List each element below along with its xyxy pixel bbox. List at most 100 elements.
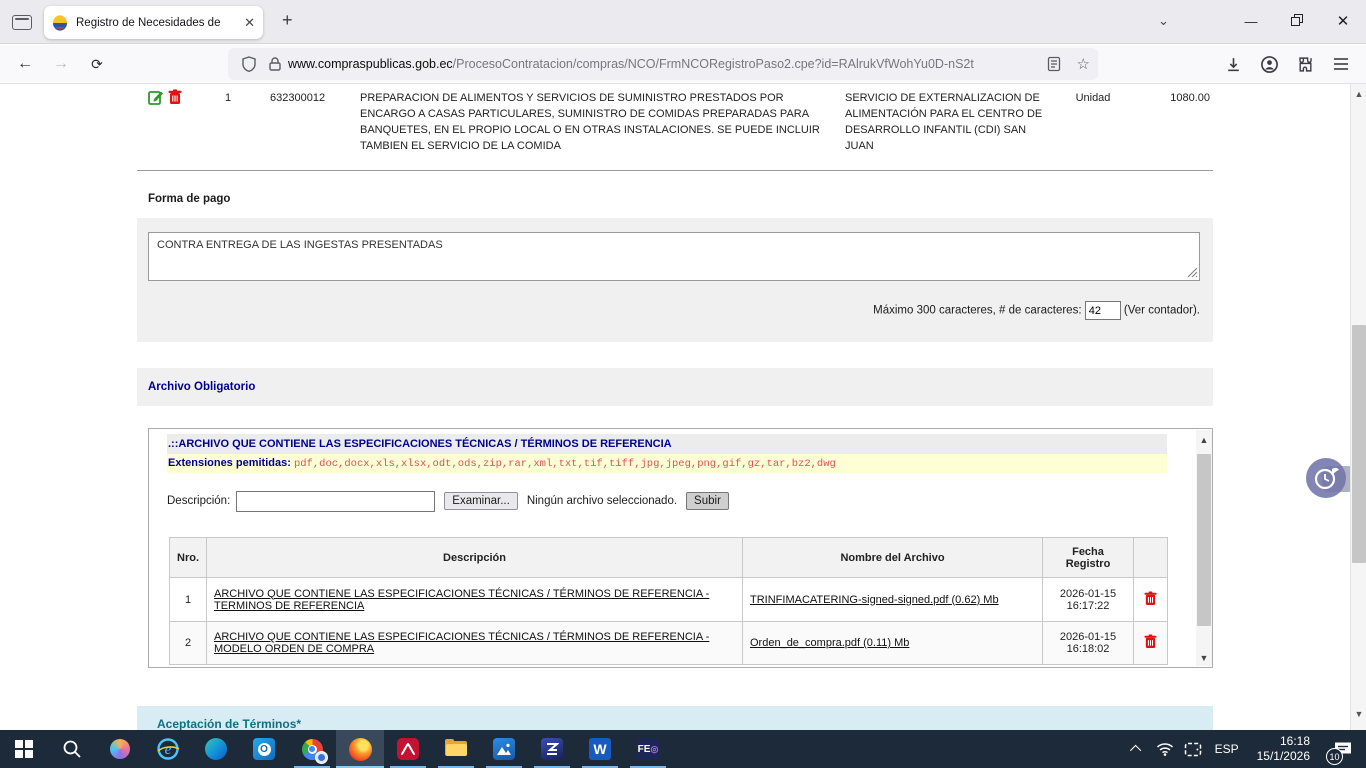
reload-button[interactable]: ⟳ — [80, 45, 114, 83]
windows-taskbar: e O — [0, 730, 1366, 768]
extensions-puzzle-icon[interactable] — [1288, 45, 1322, 83]
tray-clock[interactable]: 16:18 15/1/2026 — [1247, 734, 1320, 764]
notification-count-badge: 10 — [1326, 748, 1343, 765]
taskbar-photos-button[interactable] — [480, 730, 528, 768]
item-quantity: 1080.00 — [1140, 90, 1210, 106]
table-divider — [137, 170, 1213, 171]
terms-section-title: Aceptación de Términos* — [157, 717, 301, 731]
taskbar-firmaec-button[interactable]: FE◎ — [624, 730, 672, 768]
scroll-down-icon[interactable]: ▼ — [1351, 706, 1366, 722]
tray-date: 15/1/2026 — [1257, 749, 1310, 764]
outlook-icon: O — [252, 737, 276, 761]
edit-item-icon[interactable] — [148, 89, 164, 105]
file-section-band: Archivo Obligatorio — [137, 368, 1213, 406]
taskbar-ie-button[interactable]: e — [144, 730, 192, 768]
item-code: 632300012 — [270, 90, 325, 106]
tab-close-icon[interactable]: ✕ — [244, 16, 255, 29]
taskbar-explorer-button[interactable] — [432, 730, 480, 768]
allowed-extensions-row: Extensiones pemitidas: pdf,doc,docx,xls,… — [167, 454, 1167, 473]
url-fade — [998, 50, 1038, 78]
file-row-date: 2026-01-15 16:18:02 — [1043, 622, 1134, 665]
item-number: 1 — [218, 90, 238, 106]
new-tab-button[interactable]: + — [282, 10, 293, 31]
tablet-mode-icon[interactable] — [1179, 730, 1207, 768]
taskbar-scanner-button[interactable] — [528, 730, 576, 768]
file-row-nro: 1 — [170, 578, 207, 622]
window-minimize-button[interactable]: — — [1228, 0, 1274, 42]
upload-row: Descripción: Examinar... Ningún archivo … — [167, 489, 729, 513]
taskbar-outlook-button[interactable]: O — [240, 730, 288, 768]
account-icon[interactable] — [1252, 45, 1286, 83]
search-icon — [62, 739, 82, 759]
char-counter-suffix: (Ver contador). — [1124, 305, 1200, 317]
char-counter-input[interactable] — [1085, 301, 1121, 320]
file-description-input[interactable] — [236, 491, 435, 512]
payment-textarea[interactable]: CONTRA ENTREGA DE LAS INGESTAS PRESENTAD… — [148, 232, 1200, 281]
window-restore-button[interactable] — [1274, 0, 1320, 42]
scroll-up-icon[interactable]: ▲ — [1196, 432, 1212, 448]
no-file-selected-text: Ningún archivo seleccionado. — [527, 495, 677, 507]
taskbar-firefox-button[interactable] — [336, 730, 384, 768]
header-description: Descripción — [207, 538, 743, 578]
scroll-up-icon[interactable]: ▲ — [1351, 86, 1366, 102]
page-scrollbar-thumb[interactable] — [1352, 325, 1366, 563]
floating-timer-widget[interactable] — [1306, 458, 1354, 500]
browse-button[interactable]: Examinar... — [444, 492, 518, 510]
char-counter-label: Máximo 300 caracteres, # de caracteres: — [873, 305, 1081, 317]
page-scrollbar[interactable]: ▲ ▼ — [1350, 84, 1366, 730]
file-description-link[interactable]: ARCHIVO QUE CONTIENE LAS ESPECIFICACIONE… — [214, 588, 709, 612]
downloads-icon[interactable] — [1216, 45, 1250, 83]
copilot-icon — [108, 737, 132, 761]
forward-button: → — [44, 45, 78, 83]
scroll-down-icon[interactable]: ▼ — [1196, 650, 1212, 666]
firefox-icon — [348, 737, 372, 761]
bookmark-star-icon[interactable]: ☆ — [1077, 55, 1090, 73]
delete-file-icon[interactable] — [1144, 634, 1157, 649]
file-panel-title: .::ARCHIVO QUE CONTIENE LAS ESPECIFICACI… — [167, 434, 1167, 454]
notification-center-button[interactable]: 10 — [1320, 730, 1366, 768]
timer-clock-icon[interactable] — [1306, 458, 1346, 498]
upload-button[interactable]: Subir — [686, 492, 729, 510]
delete-item-icon[interactable] — [168, 89, 182, 105]
start-button[interactable] — [0, 730, 48, 768]
acrobat-icon — [396, 737, 420, 761]
taskbar-chrome-button[interactable] — [288, 730, 336, 768]
header-nro: Nro. — [170, 538, 207, 578]
file-name-link[interactable]: TRINFIMACATERING-signed-signed.pdf (0.62… — [750, 594, 999, 606]
lock-icon[interactable] — [267, 56, 283, 72]
item-detail: SERVICIO DE EXTERNALIZACION DE ALIMENTAC… — [845, 90, 1053, 154]
panel-scrollbar[interactable]: ▲ ▼ — [1196, 430, 1212, 666]
taskbar-acrobat-button[interactable] — [384, 730, 432, 768]
file-name-link[interactable]: Orden_de_compra.pdf (0.11) Mb — [750, 637, 909, 649]
tab-list-chevron-icon[interactable]: ⌄ — [1158, 13, 1169, 29]
web-page: 1 632300012 PREPARACION DE ALIMENTOS Y S… — [0, 84, 1366, 730]
file-row-date: 2026-01-15 16:17:22 — [1043, 578, 1134, 622]
taskbar-copilot-button[interactable] — [96, 730, 144, 768]
taskbar-edge-button[interactable] — [192, 730, 240, 768]
menu-hamburger-icon[interactable] — [1324, 45, 1358, 83]
tracking-shield-icon[interactable] — [241, 56, 257, 72]
file-row: 2 ARCHIVO QUE CONTIENE LAS ESPECIFICACIO… — [170, 622, 1168, 665]
file-description-link[interactable]: ARCHIVO QUE CONTIENE LAS ESPECIFICACIONE… — [214, 631, 709, 655]
panel-scrollbar-thumb[interactable] — [1197, 454, 1211, 626]
taskbar-search-button[interactable] — [48, 730, 96, 768]
internet-explorer-icon: e — [156, 737, 180, 761]
files-header-row: Nro. Descripción Nombre del Archivo Fech… — [170, 538, 1168, 578]
wifi-icon[interactable] — [1151, 730, 1179, 768]
url-text[interactable]: www.compraspublicas.gob.ec/ProcesoContra… — [288, 57, 1018, 71]
taskbar-word-button[interactable]: W — [576, 730, 624, 768]
language-indicator[interactable]: ESP — [1207, 742, 1247, 756]
desktop: Registro de Necesidades de Co ✕ + ⌄ — ✕ … — [0, 0, 1366, 768]
file-section-title: Archivo Obligatorio — [148, 381, 255, 393]
file-explorer-icon — [444, 737, 468, 761]
delete-file-icon[interactable] — [1144, 591, 1157, 606]
url-bar[interactable]: www.compraspublicas.gob.ec/ProcesoContra… — [228, 48, 1098, 80]
window-close-button[interactable]: ✕ — [1320, 0, 1366, 42]
browser-tab[interactable]: Registro de Necesidades de Co ✕ — [44, 6, 263, 39]
reader-view-icon[interactable] — [1046, 56, 1062, 72]
textarea-resize-grip[interactable] — [1186, 266, 1198, 278]
tray-chevron-icon[interactable] — [1123, 730, 1151, 768]
uploaded-files-table: Nro. Descripción Nombre del Archivo Fech… — [169, 537, 1168, 665]
firefox-view-icon[interactable] — [12, 15, 32, 30]
back-button[interactable]: ← — [8, 45, 42, 83]
